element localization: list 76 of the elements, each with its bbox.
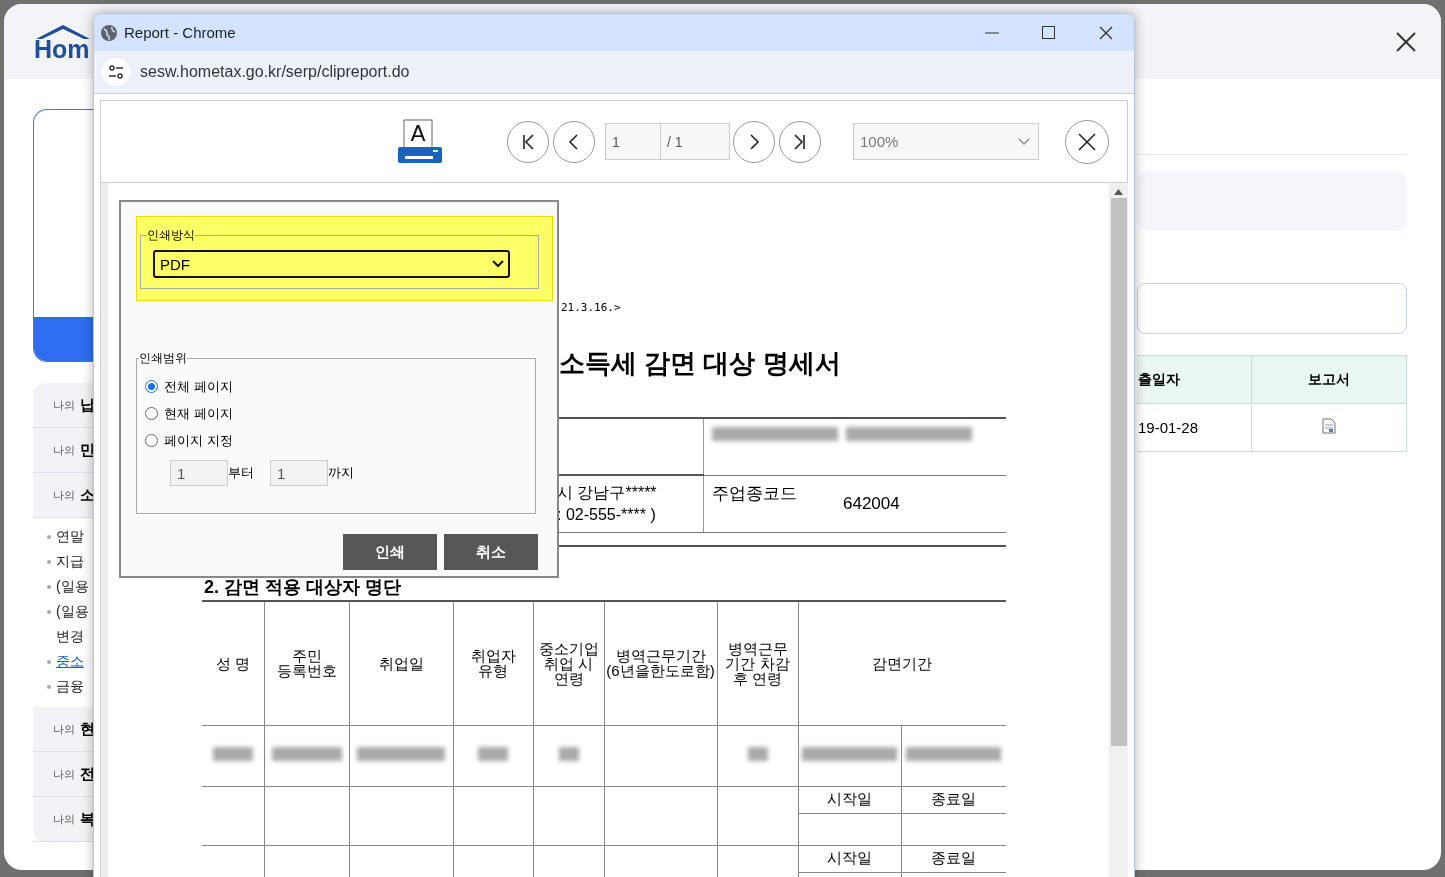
column-header: 병역근무기간 (6년을한도로함) <box>604 600 717 725</box>
window-title: Report - Chrome <box>124 24 236 41</box>
close-icon[interactable] <box>1395 30 1417 53</box>
menu-text[interactable]: 지급 <box>56 549 84 574</box>
next-page-button[interactable] <box>733 120 775 163</box>
field-suffix: 까지 <box>328 464 354 482</box>
bullet-icon <box>47 660 51 664</box>
dialog-button[interactable]: 인쇄 <box>343 534 437 570</box>
redacted-block <box>478 747 508 761</box>
table-cell: 시작일 <box>798 786 901 813</box>
page-input[interactable]: 1 <box>605 123 661 160</box>
column-header: 보고서 <box>1251 355 1407 404</box>
sliders-icon <box>108 65 124 79</box>
field-suffix: 부터 <box>228 464 254 482</box>
column-header: 취업자 유형 <box>453 600 533 725</box>
redacted-block <box>558 747 579 761</box>
radio-button[interactable] <box>145 407 158 420</box>
close-icon <box>1098 25 1113 40</box>
table-cell: 시작일 <box>798 845 901 872</box>
print-method-select[interactable]: PDF <box>153 250 510 278</box>
column-header: 중소기업 취업 시 연령 <box>533 600 604 725</box>
radio-button[interactable] <box>145 434 158 447</box>
close-button[interactable] <box>1065 119 1109 164</box>
scrollbar-thumb[interactable] <box>1110 198 1127 746</box>
column-header: 감면기간 <box>798 600 1006 725</box>
maximize-icon <box>1042 26 1055 39</box>
bullet-icon <box>47 560 51 564</box>
page-total: / 1 <box>661 123 730 160</box>
redacted-block <box>271 747 342 761</box>
last-page-button[interactable] <box>779 120 821 163</box>
bullet-icon <box>47 610 51 614</box>
bullet-icon <box>47 585 51 589</box>
column-header: 성 명 <box>202 600 264 725</box>
input-field[interactable] <box>1137 283 1407 334</box>
menu-text[interactable]: 연말 <box>56 524 84 549</box>
from-page-field[interactable]: 1 <box>170 460 228 486</box>
document-icon[interactable] <box>1322 418 1336 434</box>
group-label: 인쇄범위 <box>139 350 187 367</box>
url-text[interactable]: sesw.hometax.go.kr/serp/clipreport.do <box>140 63 410 81</box>
column-header: 출일자 <box>1137 355 1252 404</box>
redacted-block <box>747 747 768 761</box>
table-cell: 19-01-28 <box>1137 403 1252 452</box>
revision-text: 21.3.16.> <box>561 300 622 316</box>
report-title: 소득세 감면 대상 명세서 <box>559 347 842 380</box>
scroll-up-icon[interactable] <box>1114 189 1123 195</box>
site-settings-button[interactable] <box>102 58 130 86</box>
radio-label[interactable]: 전체 페이지 <box>164 377 233 396</box>
menu-text[interactable]: 금융 <box>56 674 84 699</box>
minimize-icon <box>984 31 999 34</box>
section-title: 2. 감면 적용 대상자 명단 <box>204 575 402 598</box>
menu-text[interactable]: (일용 <box>56 574 89 599</box>
roof-icon <box>34 23 92 41</box>
bullet-icon <box>47 535 51 539</box>
radio-button[interactable] <box>145 380 158 393</box>
dialog-button[interactable]: 취소 <box>444 534 538 570</box>
group-label: 인쇄방식 <box>147 227 195 244</box>
globe-icon <box>100 23 118 42</box>
radio-label[interactable]: 페이지 지정 <box>164 431 233 450</box>
first-page-button[interactable] <box>507 120 549 163</box>
field-label: 주업종코드 <box>712 482 797 505</box>
close-icon <box>1078 132 1096 151</box>
chevron-icon <box>492 260 504 268</box>
previous-page-button[interactable] <box>553 120 595 163</box>
redacted-block <box>212 747 253 761</box>
bullet-icon <box>47 685 51 689</box>
menu-text[interactable]: (일용 변경 <box>56 599 89 649</box>
chevron-icon <box>1018 137 1030 146</box>
logo-text: Hom <box>34 38 90 60</box>
to-page-field[interactable]: 1 <box>270 460 328 486</box>
column-header: 취업일 <box>349 600 453 725</box>
address-text: 시 강남구***** <box>557 483 658 503</box>
column-header: 병역근무 기간 차감 후 연령 <box>717 600 798 725</box>
field-value: 642004 <box>843 493 900 514</box>
radio-label[interactable]: 현재 페이지 <box>164 404 233 423</box>
column-header: 주민 등록번호 <box>264 600 349 725</box>
zoom-select[interactable]: 100% <box>853 123 1039 160</box>
